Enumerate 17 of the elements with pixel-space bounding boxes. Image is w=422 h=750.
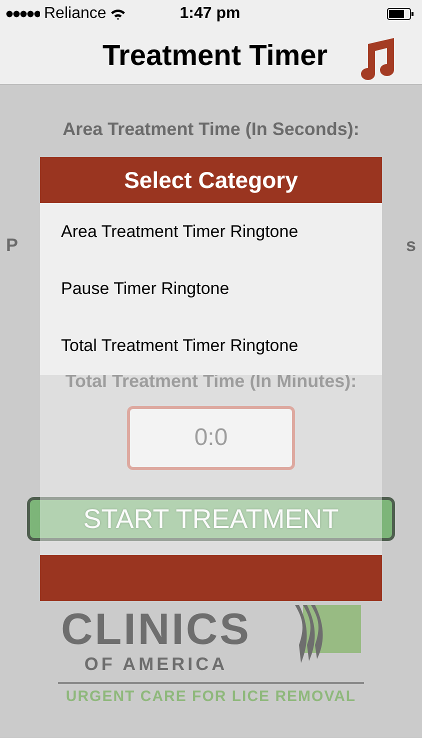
category-option[interactable]: Area Treatment Timer Ringtone (40, 203, 382, 260)
clock-time: 1:47 pm (180, 5, 240, 23)
wifi-icon (110, 8, 126, 20)
dialog-title: Select Category (40, 157, 382, 203)
field-label: s (406, 235, 416, 256)
field-label: Area Treatment Time (In Seconds): (62, 119, 360, 140)
category-option[interactable]: Pause Timer Ringtone (40, 260, 382, 318)
signal-icon (6, 10, 40, 18)
logo-wordmark: CLINICS (61, 608, 251, 652)
time-display: 0:0 (127, 406, 295, 470)
carrier-name: Reliance (44, 5, 106, 23)
logo-tagline: URGENT CARE FOR LICE REMOVAL (58, 682, 364, 705)
hair-strands-icon (295, 605, 361, 663)
field-label: P (6, 235, 18, 256)
battery-icon (387, 8, 414, 20)
screen-title: Treatment Timer (102, 40, 328, 72)
logo-subtitle: OF AMERICA (84, 654, 228, 675)
